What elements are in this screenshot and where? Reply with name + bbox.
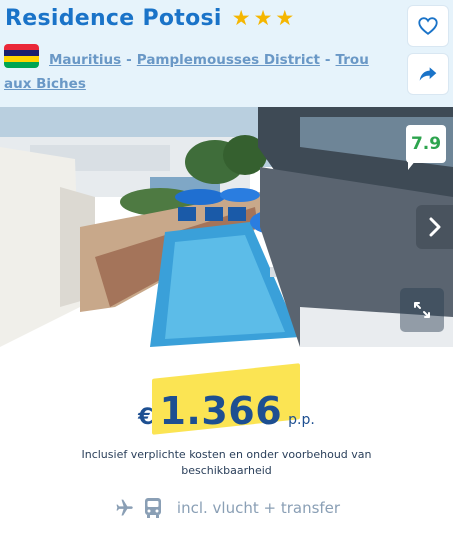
includes-label: incl. vlucht + transfer <box>176 499 341 517</box>
price-amount: 1.366 <box>159 389 283 433</box>
review-score-badge[interactable]: 7.9 <box>406 125 446 163</box>
chevron-right-icon <box>429 217 440 237</box>
includes-row: incl. vlucht + transfer <box>0 497 453 519</box>
star-icon: ★ <box>275 6 295 30</box>
per-person-label: p.p. <box>288 412 315 428</box>
location-separator: - <box>126 52 132 68</box>
bus-icon <box>144 498 161 518</box>
heart-icon <box>418 17 438 35</box>
hotel-header: Residence Potosi ★ ★ ★ Mauritius - Pamplem… <box>0 0 453 107</box>
currency-symbol: € <box>138 405 154 430</box>
hotel-photo[interactable] <box>0 107 453 347</box>
star-rating: ★ ★ ★ <box>232 8 294 29</box>
location-separator: - <box>324 52 331 68</box>
review-score-tail <box>408 160 416 170</box>
price-section: € 1.366 p.p. Inclusief verplichte kosten… <box>0 347 453 533</box>
mauritius-flag-icon <box>4 44 39 68</box>
next-photo-button[interactable] <box>416 205 453 249</box>
location-region-link[interactable]: Pamplemousses District <box>137 52 320 68</box>
price-row: € 1.366 p.p. <box>0 389 453 433</box>
hotel-name[interactable]: Residence Potosi <box>5 6 222 31</box>
price-note: Inclusief verplichte kosten en onder voo… <box>81 448 372 477</box>
star-icon: ★ <box>253 6 273 30</box>
star-icon: ★ <box>231 6 251 30</box>
share-button[interactable] <box>408 54 448 94</box>
share-arrow-icon <box>419 67 437 81</box>
location-country-link[interactable]: Mauritius <box>49 52 121 68</box>
location-breadcrumb: Mauritius - Pamplemousses District - Trou au… <box>4 44 394 96</box>
expand-photo-button[interactable] <box>400 288 444 332</box>
favorite-button[interactable] <box>408 6 448 46</box>
plane-icon <box>116 499 133 516</box>
expand-icon <box>414 302 430 318</box>
title-row: Residence Potosi ★ ★ ★ <box>5 6 294 31</box>
